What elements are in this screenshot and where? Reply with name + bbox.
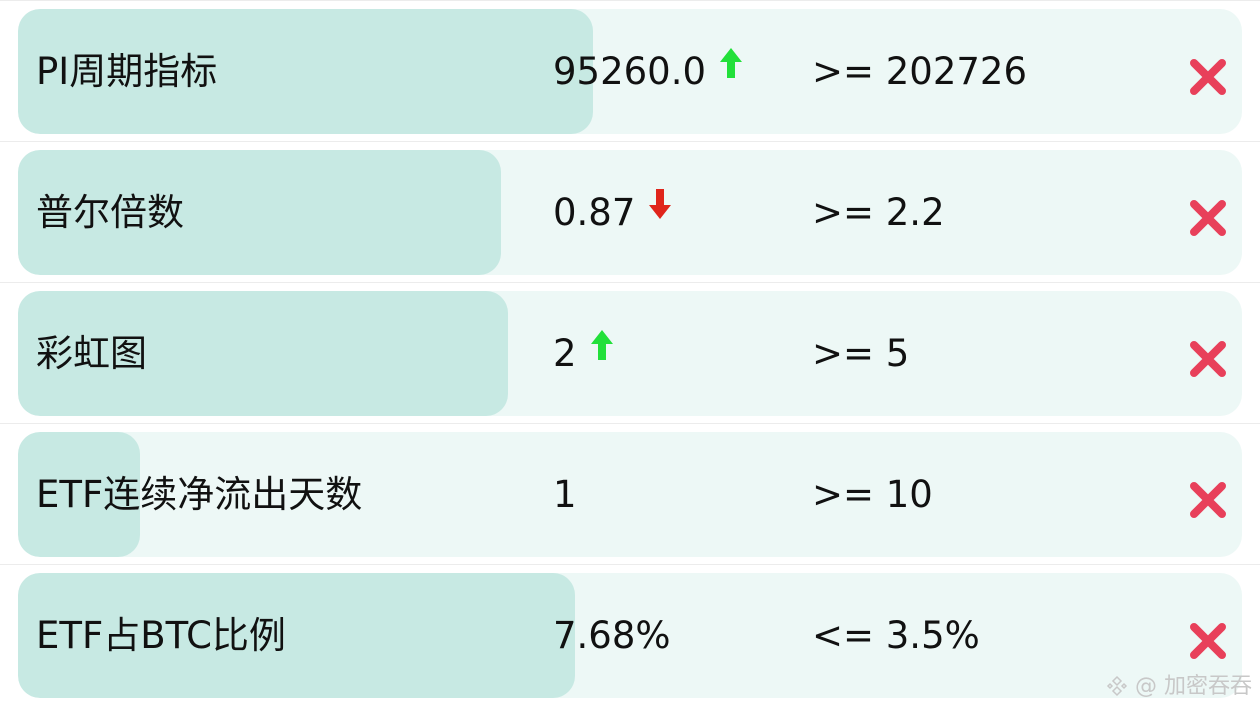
indicator-name: PI周期指标: [36, 50, 218, 93]
indicator-target: >= 2.2: [812, 191, 945, 234]
watermark: @ 加密吞吞: [1106, 668, 1252, 700]
indicator-row[interactable]: 普尔倍数 0.87 >= 2.2: [0, 141, 1260, 282]
indicator-row[interactable]: PI周期指标 95260.0 >= 202726: [0, 0, 1260, 141]
up-arrow-icon: [720, 48, 743, 78]
indicator-target: >= 5: [812, 332, 910, 375]
indicator-value: 0.87: [553, 150, 672, 275]
indicator-value-text: 95260.0: [553, 50, 707, 93]
cross-icon: [1190, 200, 1226, 236]
indicator-row[interactable]: ETF占BTC比例 7.68% <= 3.5%: [0, 564, 1260, 705]
indicator-name: ETF连续净流出天数: [36, 473, 363, 516]
indicator-card: ETF占BTC比例 7.68% <= 3.5%: [18, 573, 1242, 698]
indicator-card: ETF连续净流出天数 1 >= 10: [18, 432, 1242, 557]
indicator-card: 普尔倍数 0.87 >= 2.2: [18, 150, 1242, 275]
indicator-name: 普尔倍数: [36, 191, 184, 234]
indicator-target: >= 10: [812, 473, 933, 516]
up-arrow-icon: [590, 330, 613, 360]
indicator-row[interactable]: ETF连续净流出天数 1 >= 10: [0, 423, 1260, 564]
indicator-value: 1: [553, 432, 577, 557]
cross-icon: [1190, 59, 1226, 95]
indicator-target: <= 3.5%: [812, 614, 980, 657]
indicator-value-text: 7.68%: [553, 614, 671, 657]
indicator-card: 彩虹图 2 >= 5: [18, 291, 1242, 416]
binance-logo-icon: [1106, 675, 1128, 697]
indicator-name: 彩虹图: [36, 332, 147, 375]
down-arrow-icon: [649, 189, 672, 219]
cross-icon: [1190, 482, 1226, 518]
watermark-text: @ 加密吞吞: [1135, 674, 1252, 699]
indicator-name: ETF占BTC比例: [36, 614, 286, 657]
indicator-list: PI周期指标 95260.0 >= 202726 普尔倍数 0.87 >= 2.…: [0, 0, 1260, 708]
indicator-value-text: 2: [553, 332, 577, 375]
indicator-card: PI周期指标 95260.0 >= 202726: [18, 9, 1242, 134]
indicator-value: 2: [553, 291, 613, 416]
indicator-value-text: 0.87: [553, 191, 636, 234]
cross-icon: [1190, 623, 1226, 659]
indicator-target: >= 202726: [812, 50, 1028, 93]
indicator-value: 7.68%: [553, 573, 671, 698]
indicator-value-text: 1: [553, 473, 577, 516]
indicator-value: 95260.0: [553, 9, 743, 134]
cross-icon: [1190, 341, 1226, 377]
indicator-row[interactable]: 彩虹图 2 >= 5: [0, 282, 1260, 423]
